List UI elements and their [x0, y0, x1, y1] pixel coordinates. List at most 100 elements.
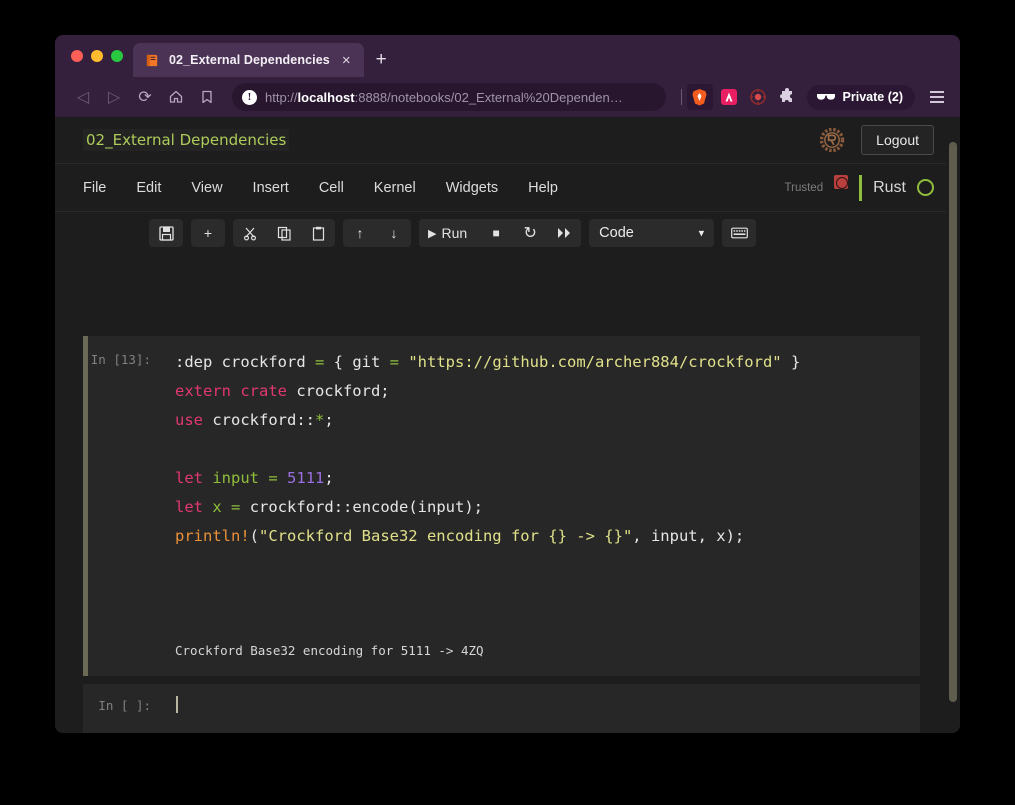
fast-forward-glyph	[557, 228, 570, 238]
cell-editor[interactable]	[159, 684, 920, 733]
menu-help[interactable]: Help	[513, 174, 573, 202]
cell-editor-padding	[159, 551, 920, 643]
code-token: let	[175, 498, 203, 516]
code-token: , input, x);	[632, 527, 745, 545]
code-token: =	[389, 353, 399, 371]
cell-type-select-wrap: Code Markdown Raw NBConvert Heading ▾	[589, 219, 715, 247]
private-glasses-icon	[816, 93, 835, 100]
paste-icon[interactable]	[301, 219, 335, 247]
window-minimize-button[interactable]	[91, 50, 103, 62]
browser-tab-strip: 02_External Dependencies × +	[55, 35, 960, 77]
menu-view[interactable]: View	[176, 174, 237, 202]
code-token: =	[314, 353, 325, 371]
toolbar-group-move: ↑ ↓	[343, 219, 411, 247]
code-token: { git	[324, 353, 390, 371]
notebook-cell-empty[interactable]: In [ ]:	[83, 684, 920, 733]
cut-icon[interactable]	[233, 219, 267, 247]
browser-url-toolbar: ◁ ▷ ⟳ ! http://localhost:8888/notebooks/…	[55, 77, 960, 117]
hamburger-line-3	[930, 101, 944, 103]
logout-button[interactable]: Logout	[861, 125, 934, 155]
scissors-glyph	[243, 227, 256, 241]
bookmark-icon[interactable]	[193, 83, 221, 111]
home-glyph	[169, 90, 183, 103]
page-scrollbar[interactable]	[946, 117, 960, 733]
notebook-cell-code[interactable]: In [13]: :dep crockford = { git = "https…	[83, 336, 920, 676]
page-scrollbar-thumb[interactable]	[949, 142, 957, 702]
kernel-error-icon[interactable]	[834, 174, 849, 189]
save-icon[interactable]	[149, 219, 183, 247]
kernel-idle-indicator[interactable]	[917, 179, 934, 196]
code-line: let input = 5111;	[175, 464, 920, 493]
window-close-button[interactable]	[71, 50, 83, 62]
cell-content: :dep crockford = { git = "https://github…	[159, 336, 920, 676]
jupyter-toolbar: + ↑ ↓ ▶ Run ■ ↻ Code ▾	[55, 212, 960, 254]
command-palette-icon[interactable]	[722, 219, 756, 247]
cell-prompt: In [13]:	[90, 352, 151, 367]
copy-icon[interactable]	[267, 219, 301, 247]
back-icon[interactable]: ◁	[69, 83, 97, 111]
kernel-status-area: Trusted Rust	[784, 174, 934, 201]
extension-a-icon[interactable]	[716, 84, 742, 110]
move-cell-down-icon[interactable]: ↓	[377, 219, 411, 247]
browser-tab-title: 02_External Dependencies	[169, 53, 330, 67]
menu-cell[interactable]: Cell	[304, 174, 359, 202]
cell-editor[interactable]: :dep crockford = { git = "https://github…	[159, 336, 920, 551]
brave-lion-glyph	[692, 89, 707, 106]
reload-icon[interactable]: ⟳	[131, 83, 159, 111]
cell-prompt: In [ ]:	[98, 698, 151, 713]
code-token: ;	[324, 411, 334, 429]
close-icon[interactable]: ×	[339, 53, 354, 68]
browser-tab-active[interactable]: 02_External Dependencies ×	[133, 43, 364, 77]
copy-glyph	[277, 226, 291, 241]
keyboard-glyph	[730, 227, 748, 239]
run-button[interactable]: ▶ Run	[419, 219, 479, 247]
restart-kernel-icon[interactable]: ↻	[513, 219, 547, 247]
paste-glyph	[312, 226, 324, 241]
menu-kernel[interactable]: Kernel	[359, 174, 431, 202]
forward-icon[interactable]: ▷	[100, 83, 128, 111]
move-cell-up-icon[interactable]: ↑	[343, 219, 377, 247]
code-token: input	[212, 469, 260, 487]
text-cursor	[176, 696, 178, 713]
interrupt-kernel-icon[interactable]: ■	[479, 219, 513, 247]
window-maximize-button[interactable]	[111, 50, 123, 62]
home-icon[interactable]	[162, 83, 190, 111]
insert-cell-below-icon[interactable]: +	[191, 219, 225, 247]
browser-menu-icon[interactable]	[924, 84, 950, 110]
code-token: crockford::	[203, 411, 315, 429]
code-token: crockford::encode(input);	[240, 498, 484, 516]
code-token: use	[175, 411, 203, 429]
jupyter-book-icon	[146, 54, 158, 66]
code-line: println!("Crockford Base32 encoding for …	[175, 522, 920, 551]
code-token: =	[231, 498, 241, 516]
trusted-label: Trusted	[784, 181, 824, 194]
notebook-title[interactable]: 02_External Dependencies	[83, 129, 290, 151]
run-play-icon: ▶	[428, 227, 437, 240]
bookmark-glyph	[202, 90, 212, 104]
cell-type-select[interactable]: Code Markdown Raw NBConvert Heading	[589, 219, 715, 247]
private-window-badge[interactable]: Private (2)	[806, 84, 915, 110]
site-info-icon[interactable]: !	[242, 89, 257, 105]
menu-insert[interactable]: Insert	[238, 174, 304, 202]
code-token: :dep crockford	[175, 353, 315, 371]
new-tab-button[interactable]: +	[376, 50, 387, 69]
menu-edit[interactable]: Edit	[121, 174, 176, 202]
toolbar-group-run: ▶ Run ■ ↻	[419, 219, 582, 247]
address-bar[interactable]: ! http://localhost:8888/notebooks/02_Ext…	[232, 83, 666, 111]
extension-target-icon[interactable]	[745, 84, 771, 110]
private-window-label: Private (2)	[842, 90, 903, 104]
code-token: let	[175, 469, 203, 487]
window-traffic-lights	[67, 35, 133, 77]
menu-file[interactable]: File	[83, 174, 121, 202]
menu-widgets[interactable]: Widgets	[431, 174, 513, 202]
restart-run-all-icon[interactable]	[547, 219, 581, 247]
brave-shields-icon[interactable]	[686, 84, 713, 110]
code-token: (	[249, 527, 259, 545]
extensions-puzzle-icon[interactable]	[774, 84, 800, 110]
code-token: println!	[175, 527, 250, 545]
